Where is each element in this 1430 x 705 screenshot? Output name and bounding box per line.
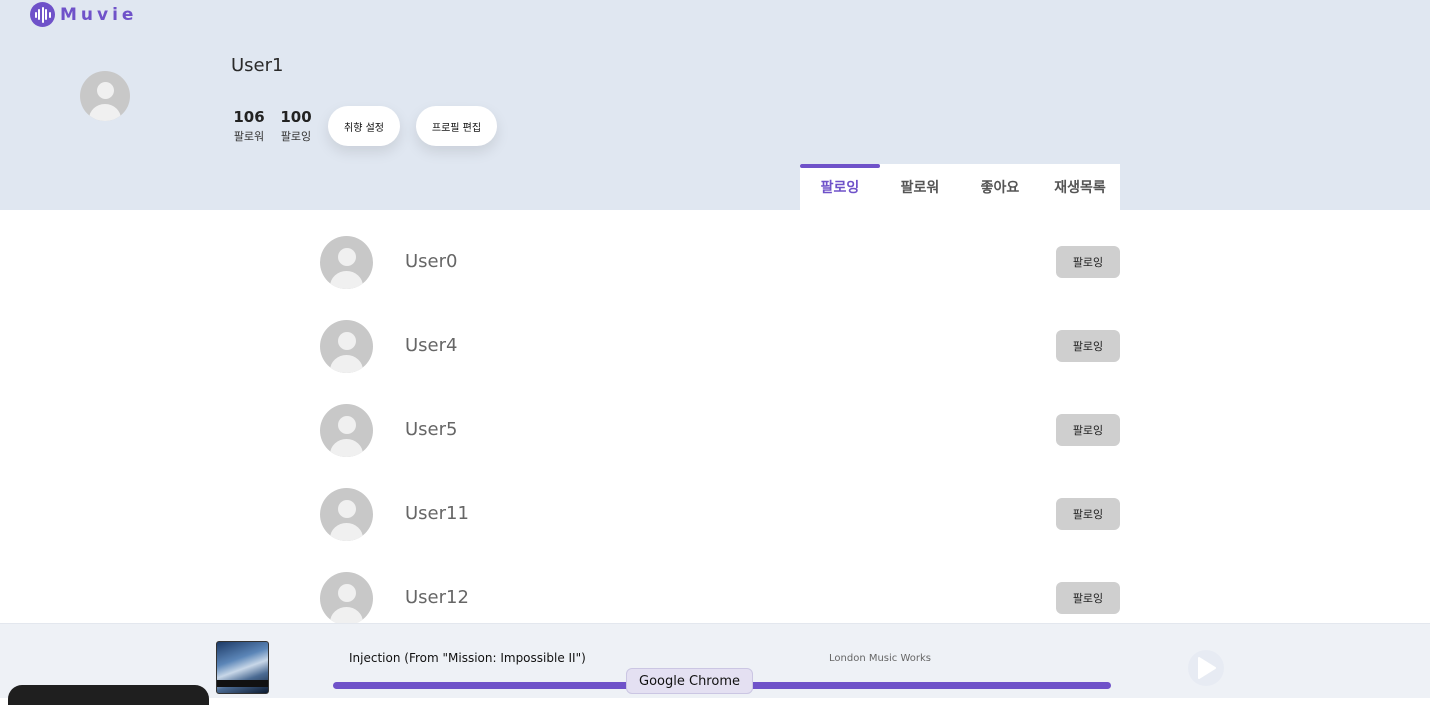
user-name[interactable]: User12	[405, 587, 469, 608]
user-avatar[interactable]	[320, 572, 373, 625]
tooltip: Google Chrome	[626, 668, 753, 694]
tab-likes[interactable]: 좋아요	[960, 164, 1040, 210]
user-avatar[interactable]	[320, 488, 373, 541]
followers-stat[interactable]: 106 팔로워	[231, 107, 267, 145]
play-button[interactable]	[1188, 650, 1224, 686]
play-icon	[1198, 657, 1216, 679]
user-name[interactable]: User4	[405, 335, 457, 356]
taste-settings-button[interactable]: 취향 설정	[328, 106, 400, 146]
user-name[interactable]: User5	[405, 419, 457, 440]
following-button[interactable]: 팔로잉	[1056, 498, 1120, 530]
following-button[interactable]: 팔로잉	[1056, 246, 1120, 278]
profile-tabs: 팔로잉 팔로워 좋아요 재생목록	[800, 164, 1120, 210]
user-avatar[interactable]	[320, 320, 373, 373]
logo-text: Muvie	[60, 4, 138, 25]
following-label: 팔로잉	[280, 130, 312, 143]
user-avatar[interactable]	[320, 236, 373, 289]
user-name[interactable]: User0	[405, 251, 457, 272]
list-item[interactable]: User0 팔로잉	[320, 236, 1120, 290]
logo-waveform-icon	[30, 2, 55, 27]
following-count: 100	[280, 108, 312, 126]
tab-playlists[interactable]: 재생목록	[1040, 164, 1120, 210]
dock-bar	[8, 685, 209, 705]
followers-count: 106	[233, 108, 265, 126]
list-item[interactable]: User11 팔로잉	[320, 488, 1120, 542]
logo[interactable]: Muvie	[30, 2, 137, 27]
track-artist: London Music Works	[829, 653, 931, 664]
following-button[interactable]: 팔로잉	[1056, 582, 1120, 614]
tab-following[interactable]: 팔로잉	[800, 164, 880, 210]
track-title: Injection (From "Mission: Impossible II"…	[349, 651, 586, 665]
tab-followers[interactable]: 팔로워	[880, 164, 960, 210]
following-button[interactable]: 팔로잉	[1056, 330, 1120, 362]
followers-label: 팔로워	[233, 130, 265, 143]
list-item[interactable]: User12 팔로잉	[320, 572, 1120, 626]
profile-avatar	[80, 71, 130, 121]
user-avatar[interactable]	[320, 404, 373, 457]
profile-header: Muvie User1 106 팔로워 100 팔로잉 취향 설정 프로필 편집…	[0, 0, 1430, 210]
album-art[interactable]	[216, 641, 269, 694]
list-item[interactable]: User5 팔로잉	[320, 404, 1120, 458]
following-stat[interactable]: 100 팔로잉	[278, 107, 314, 145]
list-item[interactable]: User4 팔로잉	[320, 320, 1120, 374]
profile-username: User1	[231, 55, 284, 76]
edit-profile-button[interactable]: 프로필 편집	[416, 106, 497, 146]
following-button[interactable]: 팔로잉	[1056, 414, 1120, 446]
user-name[interactable]: User11	[405, 503, 469, 524]
